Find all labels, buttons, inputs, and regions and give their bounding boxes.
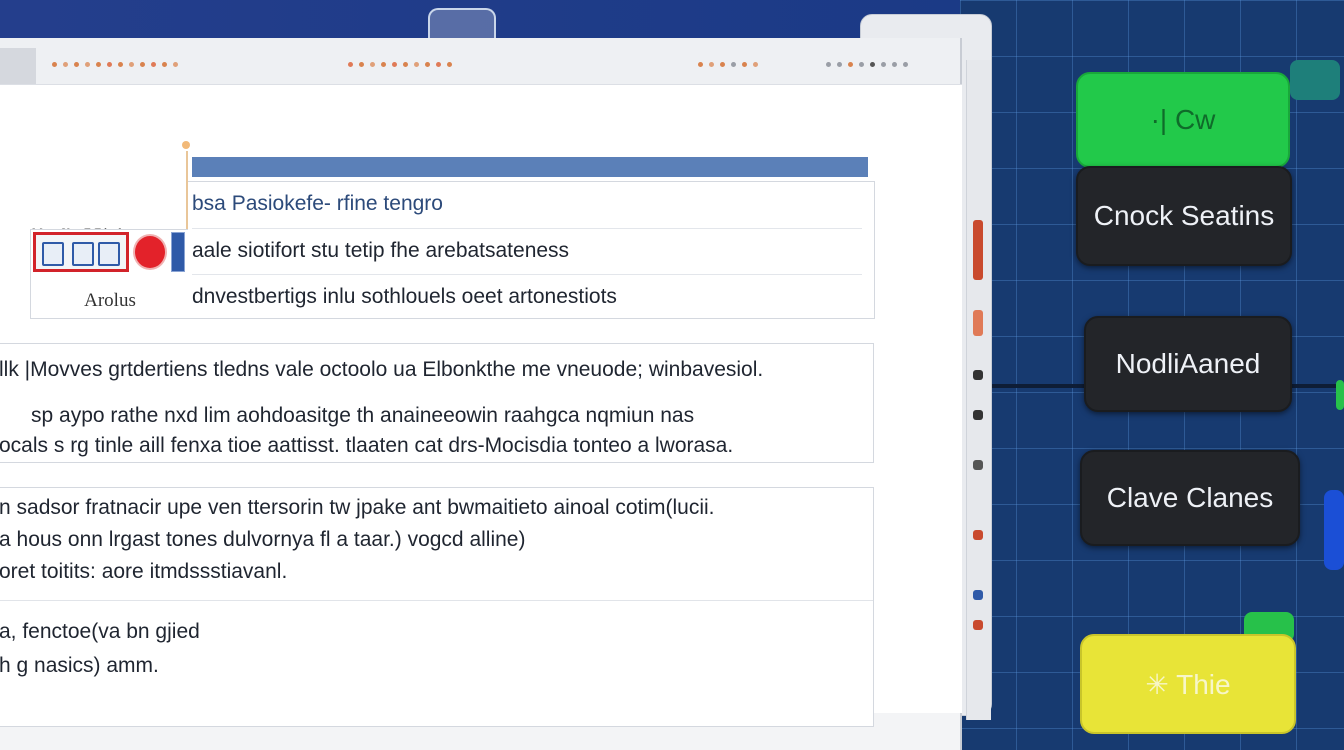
paragraph-line: oret toitits: aore itmdssstiavanl.	[0, 560, 288, 583]
paragraph-line: n sadsor fratnacir upe ven ttersorin tw …	[0, 496, 715, 519]
game-green-button[interactable]: ·| Cw	[1076, 72, 1290, 168]
nav-card-label: Arolus	[84, 290, 136, 311]
timeline-dot	[182, 141, 190, 149]
icon-strip[interactable]	[33, 232, 129, 272]
result-row[interactable]: aale siotifort stu tetip fhe arebatsaten…	[192, 228, 862, 273]
game-decoration	[1336, 380, 1344, 410]
rail-marker	[973, 460, 983, 470]
clave-clanes-button[interactable]: Clave Clanes	[1080, 450, 1300, 546]
doc-icon[interactable]	[42, 242, 64, 266]
result-header-bar	[192, 157, 868, 177]
rail-marker	[973, 310, 983, 336]
text-card-1: llk |Movves grtdertiens tledns vale octo…	[0, 343, 874, 463]
paragraph-line: a, fenctoe(va bn gjied	[0, 620, 200, 643]
blue-tab-icon[interactable]	[171, 232, 185, 272]
results-list: bsa Pasiokefe- rfine tengro aale siotifo…	[188, 181, 875, 319]
result-row[interactable]: bsa Pasiokefe- rfine tengro	[192, 182, 862, 226]
paragraph-line: h g nasics) amm.	[0, 654, 159, 677]
page-content: Mavs Kee E Fd e l Arolus bsa Pasiokefe- …	[0, 84, 962, 727]
text-icon[interactable]	[98, 242, 120, 266]
text-card-2: n sadsor fratnacir upe ven ttersorin tw …	[0, 487, 874, 727]
paragraph-line: sp aypo rathe nxd lim aohdoasitge th ana…	[31, 404, 695, 427]
toolbar-menu-4[interactable]	[826, 62, 908, 68]
game-yellow-button[interactable]: ✳ Thie	[1080, 634, 1296, 734]
red-drop-icon[interactable]	[133, 234, 167, 270]
toolbar-menu-1[interactable]	[52, 62, 178, 68]
game-decoration	[1324, 490, 1344, 570]
paragraph-line: a hous onn lrgast tones dulvornya fl a t…	[0, 528, 526, 551]
game-decoration	[1290, 60, 1340, 100]
rail-marker	[973, 370, 983, 380]
paragraph-line: llk |Movves grtdertiens tledns vale octo…	[0, 358, 764, 381]
check-settings-button[interactable]: Cnock Seatins	[1076, 166, 1292, 266]
scroll-thumb[interactable]	[973, 220, 983, 280]
card-divider	[0, 600, 873, 601]
scrollbar[interactable]	[966, 60, 991, 720]
toolbar-menu-2[interactable]	[348, 62, 452, 68]
toolbar-block[interactable]	[0, 48, 36, 84]
rail-marker	[973, 590, 983, 600]
paragraph-line: ocals s rg tinle aill fenxa tioe aattiss…	[0, 434, 734, 457]
chart-icon[interactable]	[72, 242, 94, 266]
mode-button[interactable]: NodliAaned	[1084, 316, 1292, 412]
rail-marker	[973, 410, 983, 420]
rail-marker	[973, 620, 983, 630]
toolbar-menu-3[interactable]	[698, 62, 758, 68]
nav-card[interactable]: Arolus	[30, 229, 190, 319]
result-row[interactable]: dnvestbertigs inlu sothlouels oeet arton…	[192, 274, 862, 319]
rail-marker	[973, 530, 983, 540]
